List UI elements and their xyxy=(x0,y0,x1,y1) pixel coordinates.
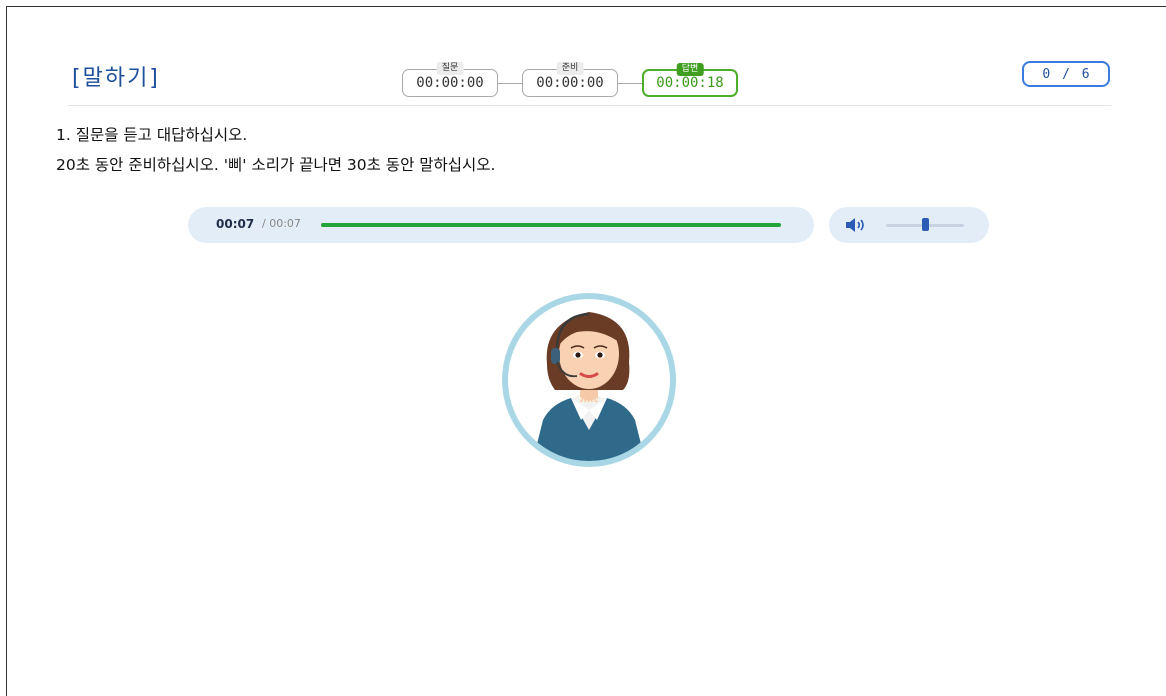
header-divider xyxy=(68,105,1111,106)
audio-player: 00:07 / 00:07 xyxy=(188,207,814,243)
answer-timer: 답변 00:00:18 xyxy=(642,63,738,97)
question-progress-badge: 0 / 6 xyxy=(1022,61,1110,87)
timer-connector xyxy=(617,83,643,84)
audio-progress-track[interactable] xyxy=(321,223,781,227)
page-title: [말하기] xyxy=(72,66,160,91)
question-timer: 질문 00:00:00 xyxy=(402,62,498,97)
audio-total-time: / 00:07 xyxy=(262,217,301,230)
answer-timer-label: 답변 xyxy=(676,63,704,76)
prepare-timer-label: 준비 xyxy=(556,62,584,75)
question-timer-label: 질문 xyxy=(436,62,464,75)
instruction-question: 1. 질문을 듣고 대답하십시오. xyxy=(56,126,248,144)
timer-group: 질문 00:00:00 준비 00:00:00 답변 00:00:18 xyxy=(400,60,740,100)
audio-current-time: 00:07 xyxy=(216,217,255,231)
question-timer-value: 00:00:00 xyxy=(416,75,484,91)
operator-avatar-icon xyxy=(502,293,676,467)
volume-slider-thumb[interactable] xyxy=(922,218,929,231)
speaker-icon[interactable] xyxy=(845,217,867,233)
volume-slider-track[interactable] xyxy=(886,218,964,231)
answer-timer-value: 00:00:18 xyxy=(656,75,724,91)
instruction-detail: 20초 동안 준비하십시오. '삐' 소리가 끝나면 30초 동안 말하십시오. xyxy=(56,156,496,174)
audio-progress-fill xyxy=(321,223,781,227)
prepare-timer-value: 00:00:00 xyxy=(536,75,604,91)
timer-connector xyxy=(497,83,523,84)
volume-control xyxy=(829,207,989,243)
prepare-timer: 준비 00:00:00 xyxy=(522,62,618,97)
